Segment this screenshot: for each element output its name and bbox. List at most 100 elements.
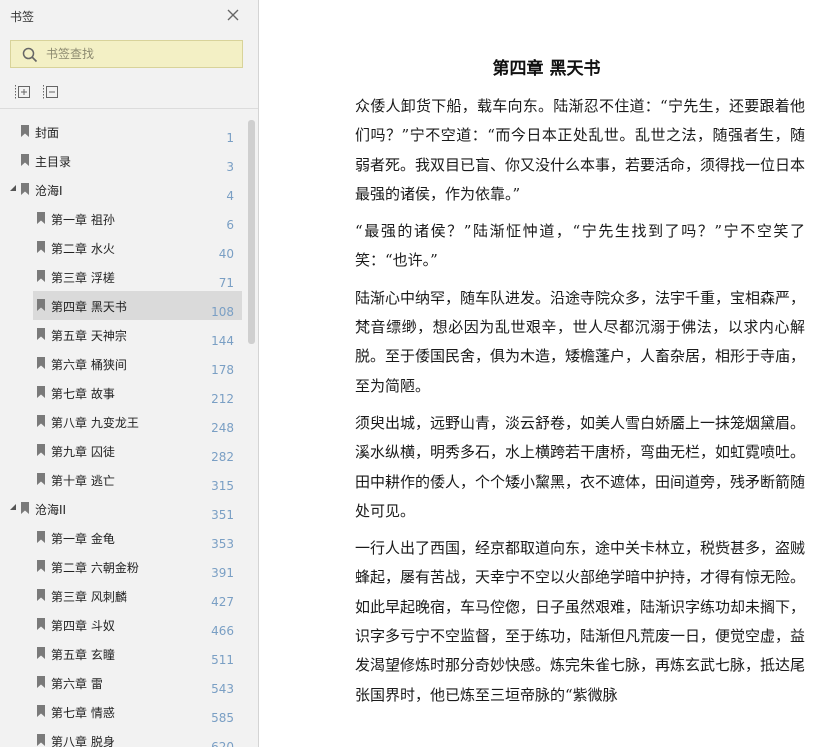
bookmark-item[interactable]: 主目录 3 <box>0 146 242 175</box>
bookmark-page-number: 391 <box>211 566 234 580</box>
bookmark-icon <box>37 328 45 340</box>
bookmark-page-number: 40 <box>218 247 234 261</box>
bookmark-sidebar: 书签 封面1主目录3沧海I4第一章 祖孙6第二章 水火40第三章 浮槎71第四章… <box>0 0 259 747</box>
bookmark-page-number: 1 <box>226 131 234 145</box>
bookmark-item[interactable]: 沧海I 4 <box>0 175 242 204</box>
bookmark-page-number: 353 <box>211 537 234 551</box>
expand-arrow-icon[interactable] <box>9 503 17 511</box>
bookmark-item[interactable]: 沧海II 351 <box>0 494 242 523</box>
bookmark-label: 沧海II <box>35 503 67 517</box>
bookmark-label: 第一章 祖孙 <box>51 213 115 227</box>
bookmark-icon <box>37 734 45 746</box>
toolbar-divider <box>0 108 258 109</box>
bookmark-icon <box>37 270 45 282</box>
bookmark-page-number: 6 <box>226 218 234 232</box>
chapter-body: 众倭人卸货下船，载车向东。陆渐忍不住道：“宁先生，还要跟着他们吗？”宁不空道：“… <box>355 92 805 718</box>
paragraph: 众倭人卸货下船，载车向东。陆渐忍不住道：“宁先生，还要跟着他们吗？”宁不空道：“… <box>355 97 806 203</box>
bookmark-icon <box>37 560 45 572</box>
bookmark-page-number: 3 <box>226 160 234 174</box>
bookmark-page-number: 212 <box>211 392 234 406</box>
bookmark-item[interactable]: 第二章 六朝金粉 391 <box>0 552 242 581</box>
bookmark-label: 第四章 斗奴 <box>51 619 115 633</box>
bookmark-item[interactable]: 第五章 天神宗 144 <box>0 320 242 349</box>
bookmark-page-number: 427 <box>211 595 234 609</box>
bookmark-item[interactable]: 第八章 九变龙王 248 <box>0 407 242 436</box>
bookmark-item[interactable]: 第十章 逃亡 315 <box>0 465 242 494</box>
bookmark-label: 主目录 <box>35 155 72 169</box>
search-icon <box>22 47 38 63</box>
bookmark-label: 第三章 浮槎 <box>51 271 115 285</box>
bookmark-page-number: 248 <box>211 421 234 435</box>
bookmark-item[interactable]: 第三章 浮槎 71 <box>0 262 242 291</box>
bookmark-icon <box>37 299 45 311</box>
bookmark-icon <box>37 444 45 456</box>
bookmark-icon <box>37 212 45 224</box>
paragraph: 一行人出了西国，经京都取道向东，途中关卡林立，税赀甚多，盗贼蜂起，屡有苦战，天幸… <box>355 539 806 704</box>
paragraph: 陆渐心中纳罕，随车队进发。沿途寺院众多，法宇千重，宝相森严，梵音缥缈，想必因为乱… <box>355 288 806 395</box>
bookmark-label: 第七章 情惑 <box>51 706 115 720</box>
bookmark-label: 第八章 脱身 <box>51 735 115 747</box>
bookmark-item[interactable]: 第八章 脱身 620 <box>0 726 242 747</box>
bookmark-page-number: 108 <box>211 305 234 319</box>
bookmark-icon <box>37 241 45 253</box>
bookmark-item[interactable]: 第七章 情惑 585 <box>0 697 242 726</box>
bookmark-tree: 封面 1 主目录 3 沧海I 4 第一章 祖孙 6 第二章 水火 40 第三章 浮槎 71 第四章 黑天… <box>0 117 258 747</box>
close-sidebar-button[interactable] <box>224 6 242 24</box>
expand-all-button[interactable] <box>15 84 31 100</box>
collapse-all-icon <box>43 85 58 99</box>
bookmark-page-number: 144 <box>211 334 234 348</box>
bookmark-label: 第七章 故事 <box>51 387 115 401</box>
bookmark-item[interactable]: 第四章 黑天书 108 <box>33 291 242 320</box>
bookmark-label: 第四章 黑天书 <box>51 300 127 314</box>
bookmark-page-number: 71 <box>218 276 234 290</box>
bookmark-icon <box>21 154 29 166</box>
bookmark-search-box[interactable] <box>10 40 243 68</box>
close-icon <box>227 9 239 21</box>
bookmark-icon <box>37 415 45 427</box>
bookmark-item[interactable]: 封面 1 <box>0 117 242 146</box>
bookmark-item[interactable]: 第三章 风刺麟 427 <box>0 581 242 610</box>
bookmark-page-number: 466 <box>211 624 234 638</box>
bookmark-page-number: 543 <box>211 682 234 696</box>
expand-arrow-icon[interactable] <box>9 184 17 192</box>
paragraph: “最强的诸侯？”陆渐怔忡道，“宁先生找到了吗？”宁不空笑了笑：“也许。” <box>355 222 805 270</box>
bookmark-icon <box>37 386 45 398</box>
sidebar-title: 书签 <box>10 10 35 24</box>
bookmark-page-number: 4 <box>226 189 234 203</box>
bookmark-item[interactable]: 第六章 雷 543 <box>0 668 242 697</box>
bookmark-icon <box>21 183 29 195</box>
bookmark-icon <box>37 647 45 659</box>
bookmark-label: 第八章 九变龙王 <box>51 416 139 430</box>
bookmark-icon <box>37 705 45 717</box>
bookmark-icon <box>37 531 45 543</box>
bookmark-search-input[interactable] <box>46 45 236 63</box>
bookmark-label: 第五章 天神宗 <box>51 329 127 343</box>
bookmark-page-number: 620 <box>211 740 234 747</box>
bookmark-page-number: 511 <box>211 653 234 667</box>
bookmark-icon <box>21 125 29 137</box>
bookmark-label: 第九章 囚徒 <box>51 445 115 459</box>
collapse-all-button[interactable] <box>43 84 59 100</box>
sidebar-scrollbar[interactable] <box>248 120 255 344</box>
bookmark-item[interactable]: 第五章 玄瞳 511 <box>0 639 242 668</box>
bookmark-label: 第一章 金龟 <box>51 532 115 546</box>
bookmark-item[interactable]: 第六章 桶狭间 178 <box>0 349 242 378</box>
bookmark-item[interactable]: 第二章 水火 40 <box>0 233 242 262</box>
bookmark-label: 沧海I <box>35 184 63 198</box>
bookmark-icon <box>37 618 45 630</box>
bookmark-page-number: 178 <box>211 363 234 377</box>
bookmark-icon <box>37 357 45 369</box>
bookmark-label: 第六章 桶狭间 <box>51 358 127 372</box>
bookmark-item[interactable]: 第四章 斗奴 466 <box>0 610 242 639</box>
bookmark-item[interactable]: 第七章 故事 212 <box>0 378 242 407</box>
bookmark-item[interactable]: 第九章 囚徒 282 <box>0 436 242 465</box>
bookmark-item[interactable]: 第一章 金龟 353 <box>0 523 242 552</box>
bookmark-icon <box>21 502 29 514</box>
bookmark-page-number: 585 <box>211 711 234 725</box>
bookmark-item[interactable]: 第一章 祖孙 6 <box>0 204 242 233</box>
bookmark-label: 第二章 六朝金粉 <box>51 561 139 575</box>
paragraph: 须臾出城，远野山青，淡云舒卷，如美人雪白娇靥上一抹笼烟黛眉。溪水纵横，明秀多石，… <box>355 413 806 520</box>
bookmark-icon <box>37 473 45 485</box>
bookmark-icon <box>37 676 45 688</box>
document-page: 第四章 黑天书 众倭人卸货下船，载车向东。陆渐忍不住道：“宁先生，还要跟着他们吗… <box>259 0 834 747</box>
